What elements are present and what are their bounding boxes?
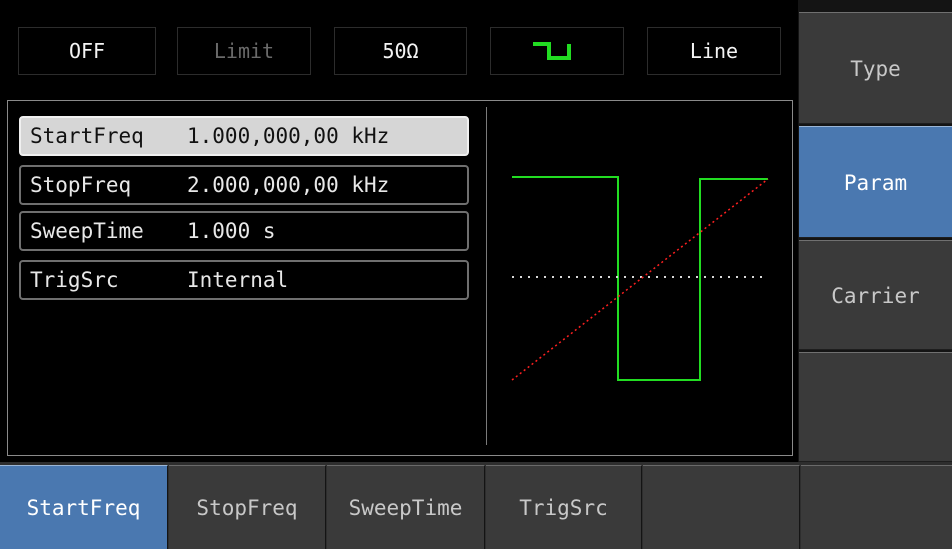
param-value: 2.000,000,00 kHz — [187, 173, 390, 197]
param-value: 1.000,000,00 kHz — [187, 124, 390, 148]
softkey-param[interactable]: Param — [799, 126, 952, 238]
param-name: SweepTime — [30, 219, 144, 243]
waveform-indicator — [490, 27, 624, 75]
limit-indicator: Limit — [177, 27, 311, 75]
panel-divider — [486, 107, 487, 445]
softkey-empty[interactable] — [799, 352, 952, 462]
param-name: StartFreq — [30, 124, 144, 148]
sweep-parameter-panel: StartFreq 1.000,000,00 kHz StopFreq 2.000,… — [7, 100, 793, 456]
softkey-carrier[interactable]: Carrier — [799, 240, 952, 350]
sweep-waveform-preview — [511, 176, 769, 381]
param-name: TrigSrc — [30, 268, 119, 292]
bottom-key-startfreq[interactable]: StartFreq — [0, 465, 168, 549]
square-wave-icon — [533, 42, 571, 60]
bottom-key-sweeptime[interactable]: SweepTime — [327, 465, 485, 549]
param-row-sweeptime[interactable]: SweepTime 1.000 s — [19, 211, 469, 251]
bottom-key-empty[interactable] — [643, 465, 800, 549]
softkey-type[interactable]: Type — [799, 12, 952, 124]
bottom-key-stopfreq[interactable]: StopFreq — [169, 465, 326, 549]
square-waveform-trace — [512, 176, 768, 381]
param-name: StopFreq — [30, 173, 132, 197]
sweep-ramp-line — [511, 178, 769, 381]
bottom-softkey-menu: StartFreq StopFreq SweepTime TrigSrc — [0, 462, 952, 549]
param-row-trigsrc[interactable]: TrigSrc Internal — [19, 260, 469, 300]
param-row-stopfreq[interactable]: StopFreq 2.000,000,00 kHz — [19, 165, 469, 205]
bottom-key-trigsrc[interactable]: TrigSrc — [486, 465, 642, 549]
param-value: 1.000 s — [187, 219, 276, 243]
output-state-indicator: OFF — [18, 27, 156, 75]
load-impedance-indicator: 50Ω — [334, 27, 467, 75]
param-value: Internal — [187, 268, 289, 292]
status-bar: OFF Limit 50Ω Line — [0, 0, 798, 98]
bottom-key-empty[interactable] — [801, 465, 952, 549]
sweep-mode-indicator: Line — [647, 27, 781, 75]
param-row-startfreq[interactable]: StartFreq 1.000,000,00 kHz — [19, 116, 469, 156]
